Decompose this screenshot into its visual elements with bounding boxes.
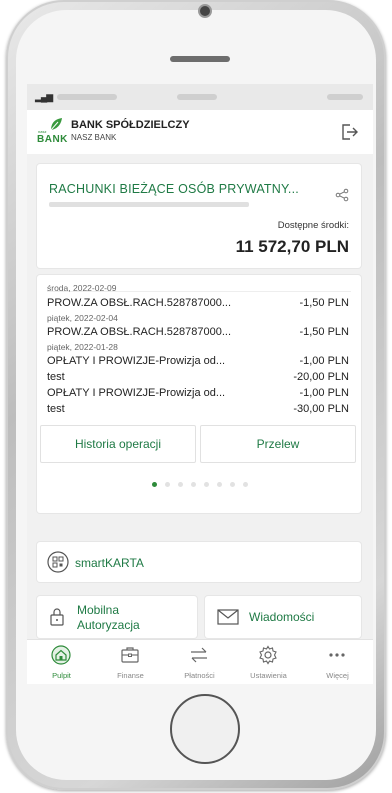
qr-code-icon [47, 551, 69, 573]
operation-description[interactable]: OPŁATY I PROWIZJE-Prowizja od... [47, 355, 225, 367]
padlock-icon [50, 608, 64, 626]
bank-subtitle: NASZ BANK [71, 133, 117, 142]
status-carrier-blurred [57, 94, 117, 100]
wallet-icon [121, 647, 139, 663]
messages-label: Wiadomości [249, 610, 315, 624]
account-card[interactable]: RACHUNKI BIEŻĄCE OSÓB PRYWATNY... Dostęp… [37, 164, 361, 268]
mobile-authorization-label-line2: Autoryzacja [77, 618, 140, 632]
bank-name: BANK SPÓŁDZIELCZY [71, 119, 190, 131]
bank-logo: nasz BANK [37, 117, 68, 147]
dashboard-content: RACHUNKI BIEŻĄCE OSÓB PRYWATNY... Dostęp… [27, 154, 373, 684]
operation-date: piątek, 2022-01-28 [47, 342, 118, 352]
share-icon[interactable] [335, 188, 349, 202]
operation-amount: -1,00 PLN [299, 387, 349, 399]
messages-tile[interactable]: Wiadomości [205, 596, 361, 638]
mobile-authorization-label-line1: Mobilna [77, 603, 120, 617]
logout-icon[interactable] [339, 122, 359, 142]
pager-dot[interactable] [165, 482, 170, 487]
available-funds-value: 11 572,70 PLN [235, 237, 349, 256]
operation-description[interactable]: test [47, 371, 65, 383]
account-number-blurred [49, 202, 249, 207]
app-screen: ▂▄▆ nasz BANK BANK SPÓŁDZIELCZY NASZ BAN… [27, 84, 373, 684]
nav-item-ustawienia[interactable]: Ustawienia [234, 640, 303, 684]
operation-description[interactable]: OPŁATY I PROWIZJE-Prowizja od... [47, 387, 225, 399]
status-time-blurred [177, 94, 217, 100]
nav-label: Pulpit [52, 671, 71, 680]
operation-amount: -1,50 PLN [299, 297, 349, 309]
pager-dot[interactable] [230, 482, 235, 487]
pager-dot[interactable] [243, 482, 248, 487]
gear-icon [259, 645, 277, 665]
history-button[interactable]: Historia operacji [40, 425, 196, 463]
operation-date: piątek, 2022-02-04 [47, 313, 118, 323]
operation-description[interactable]: PROW.ZA OBSŁ.RACH.528787000... [47, 297, 231, 309]
app-header: nasz BANK BANK SPÓŁDZIELCZY NASZ BANK [27, 110, 373, 154]
more-icon [329, 653, 345, 657]
recent-operations-card: środa, 2022-02-09 PROW.ZA OBSŁ.RACH.5287… [37, 275, 361, 513]
status-battery-blurred [327, 94, 363, 100]
envelope-icon [217, 609, 239, 625]
operation-description[interactable]: test [47, 403, 65, 415]
smartkarta-tile[interactable]: smartKARTA [37, 542, 361, 582]
nav-item-platnosci[interactable]: Płatności [165, 640, 234, 684]
status-bar: ▂▄▆ [27, 84, 373, 110]
pager-dot[interactable] [191, 482, 196, 487]
operation-amount: -1,50 PLN [299, 326, 349, 338]
logo-word: BANK [37, 134, 68, 145]
bottom-navigation: Pulpit Finanse Płatności Ustawienia Więc… [27, 639, 373, 684]
mobile-authorization-tile[interactable]: Mobilna Autoryzacja [37, 596, 197, 638]
nav-item-finanse[interactable]: Finanse [96, 640, 165, 684]
home-icon [51, 645, 71, 665]
earpiece-speaker [170, 56, 230, 62]
front-camera [198, 4, 212, 18]
carousel-pager [27, 482, 373, 487]
operation-amount: -30,00 PLN [293, 403, 349, 415]
signal-icon: ▂▄▆ [35, 92, 53, 102]
nav-label: Finanse [117, 671, 144, 680]
smartkarta-label: smartKARTA [75, 556, 144, 570]
operation-amount: -20,00 PLN [293, 371, 349, 383]
nav-label: Płatności [184, 671, 215, 680]
account-title: RACHUNKI BIEŻĄCE OSÓB PRYWATNY... [49, 182, 299, 196]
pager-dot[interactable] [204, 482, 209, 487]
operation-amount: -1,00 PLN [299, 355, 349, 367]
home-button[interactable] [170, 694, 240, 764]
nav-label: Więcej [326, 671, 349, 680]
transfer-arrows-icon [191, 647, 207, 663]
nav-item-wiecej[interactable]: Więcej [303, 640, 372, 684]
pager-dot-active[interactable] [152, 482, 157, 487]
nav-item-pulpit[interactable]: Pulpit [27, 640, 96, 684]
operation-date: środa, 2022-02-09 [47, 283, 117, 293]
pager-dot[interactable] [178, 482, 183, 487]
available-funds-label: Dostępne środki: [277, 220, 349, 231]
transfer-button[interactable]: Przelew [200, 425, 356, 463]
leaf-icon [50, 118, 62, 131]
operation-description[interactable]: PROW.ZA OBSŁ.RACH.528787000... [47, 326, 231, 338]
pager-dot[interactable] [217, 482, 222, 487]
nav-label: Ustawienia [250, 671, 287, 680]
